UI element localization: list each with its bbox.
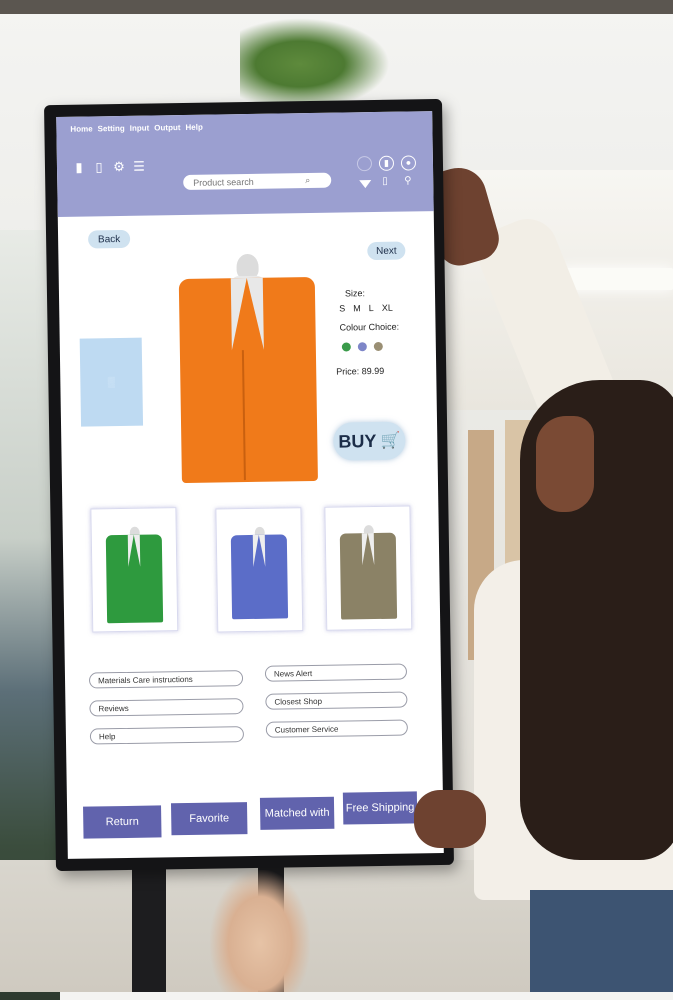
size-l[interactable]: L (369, 303, 374, 313)
colour-green[interactable] (341, 342, 351, 352)
colour-label: Colour Choice: (339, 321, 400, 333)
price-label: Price: 89.99 (336, 365, 385, 377)
colour-blue[interactable] (357, 342, 367, 352)
return-button[interactable]: Return (83, 805, 162, 839)
jacket-opening (230, 277, 264, 351)
ceiling-light (560, 268, 673, 290)
person-icon[interactable]: ⚲ (404, 175, 412, 186)
colour-khaki[interactable] (373, 341, 383, 352)
header-right-icons: ▮ ● ▯ ⚲ (356, 155, 424, 198)
size-xl[interactable]: XL (382, 303, 393, 313)
toolbar-icons: ▮ ▯ ⚙ ☰ (73, 159, 145, 175)
image-placeholder: ▒ (79, 337, 144, 427)
matched-with-button[interactable]: Matched with (259, 796, 335, 830)
app-header: Home Setting Input Output Help ▮ ▯ ⚙ ☰ ⌕… (56, 111, 434, 217)
menu-input[interactable]: Input (130, 124, 150, 133)
news-alert-link[interactable]: News Alert (264, 663, 408, 682)
free-shipping-button[interactable]: Free Shipping (342, 791, 418, 825)
favorite-button[interactable]: Favorite (170, 802, 248, 836)
high-heel-shoe (210, 870, 310, 992)
kiosk-screen: Home Setting Input Output Help ▮ ▯ ⚙ ☰ ⌕… (56, 111, 444, 859)
user-icon[interactable]: ● (400, 155, 417, 171)
hanging-plant (240, 18, 390, 110)
search-input[interactable] (191, 174, 306, 189)
ceiling-strip (0, 0, 673, 14)
search-icon[interactable]: ⌕ (305, 175, 310, 186)
help-link[interactable]: Help (89, 726, 245, 745)
menu-bar: Home Setting Input Output Help (70, 123, 203, 134)
jacket-opening (361, 533, 375, 566)
next-button[interactable]: Next (367, 241, 406, 261)
menu-home[interactable]: Home (70, 124, 92, 133)
menu-setting[interactable]: Setting (98, 124, 125, 133)
thumbnail-blue[interactable] (215, 507, 304, 633)
kiosk-bezel: Home Setting Input Output Help ▮ ▯ ⚙ ☰ ⌕… (44, 98, 454, 872)
thumbnail-green[interactable] (90, 507, 179, 633)
menu-help[interactable]: Help (185, 123, 202, 132)
document-icon[interactable]: ▮ (73, 160, 85, 175)
reviews-link[interactable]: Reviews (89, 698, 244, 717)
size-m[interactable]: M (353, 303, 361, 313)
dropdown-triangle-icon[interactable] (359, 180, 372, 189)
thumbnail-khaki[interactable] (324, 505, 413, 631)
closest-shop-link[interactable]: Closest Shop (265, 691, 408, 710)
back-button[interactable]: Back (87, 229, 131, 249)
customer-service-link[interactable]: Customer Service (265, 719, 408, 738)
circle-icon[interactable] (356, 156, 373, 172)
microphone-icon[interactable]: ▮ (378, 155, 395, 171)
main-product-image[interactable] (178, 253, 318, 484)
trash-icon[interactable]: ▯ (382, 176, 388, 187)
jacket-opening (127, 534, 141, 567)
shopping-cart-icon: 🛒 (380, 432, 401, 450)
product-search-bar[interactable]: ⌕ (183, 172, 332, 190)
gear-icon[interactable]: ⚙ (113, 159, 125, 174)
person-jeans (530, 890, 673, 992)
menu-output[interactable]: Output (154, 123, 180, 132)
materials-care-link[interactable]: Materials Care instructions (88, 670, 244, 689)
copy-icon[interactable]: ▯ (93, 159, 105, 174)
size-s[interactable]: S (339, 303, 345, 313)
buy-label: BUY (338, 430, 377, 452)
buy-button[interactable]: BUY 🛒 (333, 421, 406, 461)
person-lower-hand (414, 790, 486, 848)
person-face (536, 416, 594, 512)
hamburger-menu-icon[interactable]: ☰ (133, 159, 145, 174)
jacket-opening (252, 534, 266, 567)
size-options: S M L XL (339, 303, 393, 314)
kiosk-stand-leg (132, 860, 166, 992)
size-label: Size: (344, 288, 366, 299)
